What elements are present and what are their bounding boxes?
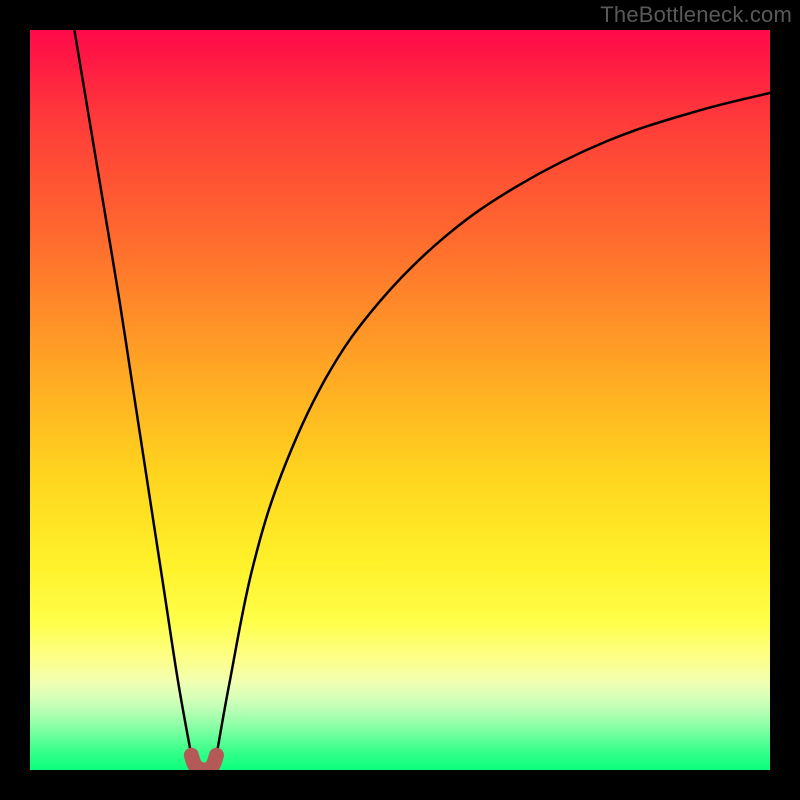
chart-frame: TheBottleneck.com xyxy=(0,0,800,800)
watermark-link[interactable]: TheBottleneck.com xyxy=(600,2,792,27)
valley-marker xyxy=(191,755,216,770)
chart-curves xyxy=(74,30,770,770)
curve-layer xyxy=(30,30,770,770)
left-branch-curve xyxy=(74,30,191,755)
plot-area xyxy=(30,30,770,770)
right-branch-curve xyxy=(216,93,770,755)
watermark[interactable]: TheBottleneck.com xyxy=(600,2,792,28)
